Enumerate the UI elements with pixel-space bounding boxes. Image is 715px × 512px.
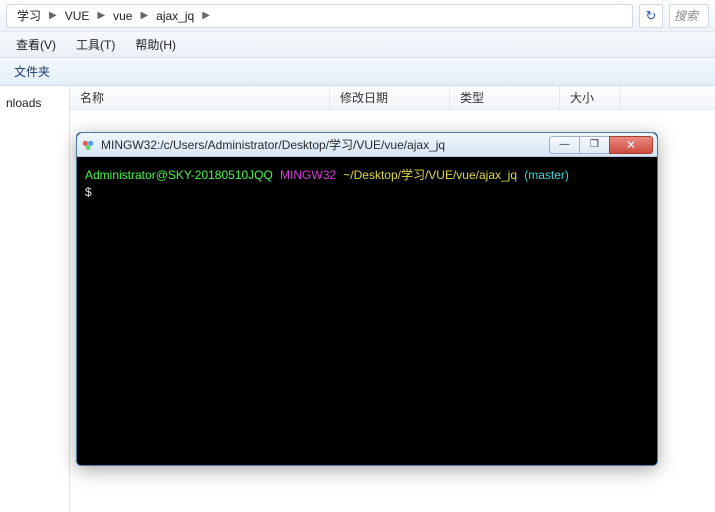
address-bar: 学习 ▶ VUE ▶ vue ▶ ajax_jq ▶ ↻ 搜索 [0, 0, 715, 32]
menu-bar: 查看(V) 工具(T) 帮助(H) [0, 32, 715, 58]
terminal-body[interactable]: Administrator@SKY-20180510JQQ MINGW32 ~/… [77, 157, 657, 465]
column-headers: 名称 修改日期 类型 大小 [70, 86, 715, 110]
close-button[interactable]: ✕ [609, 136, 653, 154]
chevron-right-icon[interactable]: ▶ [47, 10, 59, 21]
prompt-user-host: Administrator@SKY-20180510JQQ [85, 168, 273, 182]
refresh-button[interactable]: ↻ [639, 4, 663, 28]
terminal-app-icon [81, 138, 95, 152]
prompt-path: ~/Desktop/学习/VUE/vue/ajax_jq [343, 168, 517, 182]
breadcrumb-item[interactable]: ajax_jq [150, 5, 200, 27]
column-name[interactable]: 名称 [70, 86, 330, 109]
column-modified[interactable]: 修改日期 [330, 86, 450, 109]
maximize-button[interactable]: ❐ [579, 136, 609, 154]
breadcrumb-item[interactable]: VUE [59, 5, 96, 27]
minimize-button[interactable]: — [549, 136, 579, 154]
window-buttons: — ❐ ✕ [549, 136, 653, 154]
prompt-shell: MINGW32 [280, 168, 336, 182]
menu-tools[interactable]: 工具(T) [66, 33, 125, 56]
column-type[interactable]: 类型 [450, 86, 560, 109]
nav-item[interactable]: nloads [4, 92, 65, 114]
menu-view[interactable]: 查看(V) [6, 33, 66, 56]
terminal-title: MINGW32:/c/Users/Administrator/Desktop/学… [101, 136, 549, 153]
breadcrumb-item[interactable]: vue [107, 5, 138, 27]
menu-help[interactable]: 帮助(H) [125, 33, 186, 56]
terminal-titlebar[interactable]: MINGW32:/c/Users/Administrator/Desktop/学… [77, 133, 657, 157]
toolbar-folder-label[interactable]: 文件夹 [6, 60, 58, 83]
prompt-branch: (master) [524, 168, 569, 182]
chevron-right-icon[interactable]: ▶ [95, 10, 107, 21]
prompt-symbol: $ [85, 185, 92, 199]
terminal-window: MINGW32:/c/Users/Administrator/Desktop/学… [76, 132, 658, 466]
chevron-right-icon[interactable]: ▶ [138, 10, 150, 21]
chevron-right-icon[interactable]: ▶ [200, 10, 212, 21]
breadcrumb[interactable]: 学习 ▶ VUE ▶ vue ▶ ajax_jq ▶ [6, 4, 633, 28]
breadcrumb-item[interactable]: 学习 [11, 5, 47, 27]
toolbar: 文件夹 [0, 58, 715, 86]
nav-panel: nloads [0, 86, 70, 512]
search-placeholder: 搜索 [674, 7, 698, 24]
column-size[interactable]: 大小 [560, 86, 620, 109]
search-input[interactable]: 搜索 [669, 4, 709, 28]
refresh-icon: ↻ [646, 8, 657, 24]
